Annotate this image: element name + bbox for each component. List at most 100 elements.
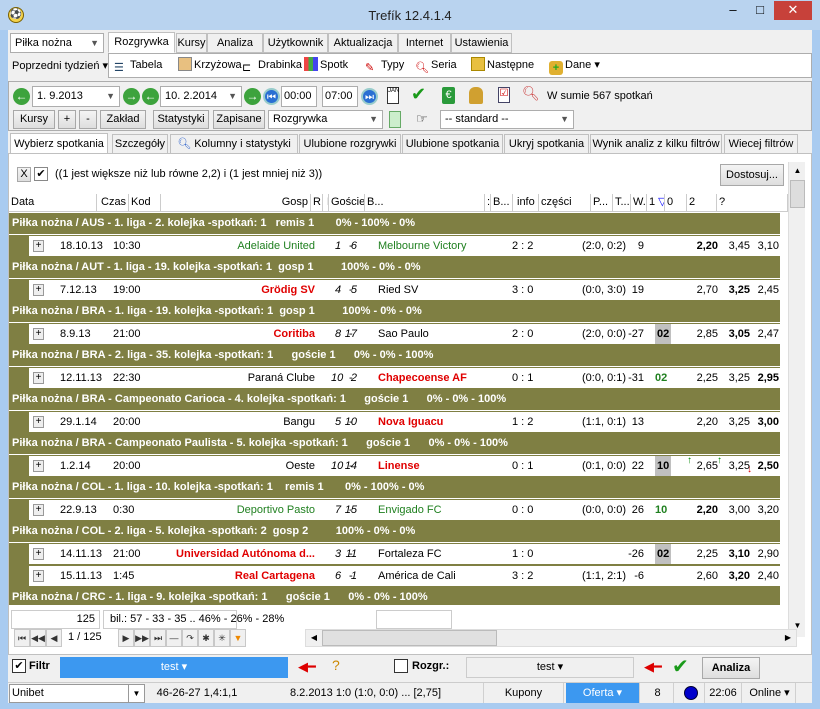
match-row[interactable]: +29.1.14 20:00 Bangu 5-10 Nova Iguacu 1 : 2 (1…	[9, 411, 780, 433]
standard-select[interactable]: -- standard -- ▼	[440, 110, 574, 129]
time-reset-icon[interactable]: ⏮	[263, 88, 280, 105]
zapisane-button[interactable]: Zapisane	[213, 110, 265, 129]
tab-ukryj-spotkania[interactable]: Ukryj spotkania	[504, 134, 589, 154]
tab-ulubione-rozgrywki[interactable]: Ulubione rozgrywki	[299, 134, 401, 154]
expand-button[interactable]: +	[33, 372, 44, 384]
match-row[interactable]: +18.10.13 10:30 Adelaide United 1-6 Melbourn…	[9, 235, 780, 257]
column-header[interactable]: Data	[9, 194, 97, 211]
rozgrywka-select[interactable]: Rozgrywka ▼	[268, 110, 383, 129]
expand-button[interactable]: +	[33, 504, 44, 516]
rozgr-checkbox[interactable]	[394, 659, 408, 673]
group-row[interactable]: Piłka nożna / COL - 1. liga - 10. kolejk…	[9, 477, 780, 498]
toolbar-nastepne[interactable]: Następne	[471, 57, 534, 73]
toolbar-tabela[interactable]: ☰ Tabela	[114, 57, 162, 74]
filter-icon[interactable]: ▼	[230, 629, 246, 647]
column-header[interactable]: P...	[591, 194, 613, 211]
adjust-button[interactable]: Dostosuj...	[720, 164, 784, 186]
clear-filter-button[interactable]: X	[17, 167, 31, 182]
column-header[interactable]: 2	[687, 194, 717, 211]
asterisk-icon[interactable]: ✱	[198, 629, 214, 647]
analiza-button[interactable]: Analiza	[702, 657, 760, 679]
toolbar-krzyzowa[interactable]: Krzyżowa	[178, 57, 242, 73]
toolbar-typy[interactable]: ✎ Typy	[365, 57, 404, 74]
match-row[interactable]: +12.11.13 22:30 Paraná Clube 10-2 Chapecoens…	[9, 367, 780, 389]
from-date-picker[interactable]: 1. 9.2013 ▼	[32, 86, 120, 107]
tab-wiecej-filtrow[interactable]: Wiecej filtrów	[724, 134, 798, 154]
statystyki-button[interactable]: Statystyki	[153, 110, 209, 129]
column-header[interactable]: Goście	[329, 194, 365, 211]
match-row[interactable]: +1.2.14 20:00 Oeste 10-14 Linense 0 : 1 (0:1, …	[9, 455, 780, 477]
match-row[interactable]: +15.11.13 1:45 Real Cartagena 6-1 América de…	[9, 565, 780, 587]
column-header[interactable]: Kod	[129, 194, 161, 211]
prev-to-date-icon[interactable]: ←	[142, 88, 159, 105]
minus-button[interactable]: -	[79, 110, 97, 129]
oferta-button[interactable]: Oferta ▾	[566, 683, 640, 703]
expand-button[interactable]: +	[33, 570, 44, 582]
tab-szczegoly[interactable]: Szczegóły	[112, 134, 168, 154]
column-header[interactable]: Gosp	[161, 194, 311, 211]
asterisk-gray-icon[interactable]: ✳	[214, 629, 230, 647]
horizontal-scrollbar[interactable]: ◀ ▶	[305, 629, 797, 647]
group-row[interactable]: Piłka nożna / BRA - 2. liga - 35. kolejk…	[9, 345, 780, 366]
scroll-left-icon[interactable]: ◀	[306, 630, 322, 646]
minimize-button[interactable]: –	[720, 1, 746, 20]
expand-button[interactable]: +	[33, 416, 44, 428]
next-to-date-icon[interactable]: →	[244, 88, 261, 105]
zaklad-button[interactable]: Zakład	[100, 110, 146, 129]
kursy-button[interactable]: Kursy	[13, 110, 55, 129]
column-header[interactable]: R...	[311, 194, 323, 211]
tab-wynik-analiz[interactable]: Wynik analiz z kilku filtrów	[590, 134, 722, 154]
column-header[interactable]: ?	[717, 194, 788, 211]
stamp-icon[interactable]	[469, 87, 483, 104]
to-date-picker[interactable]: 10. 2.2014 ▼	[160, 86, 242, 107]
close-button[interactable]: ✕	[774, 1, 812, 20]
first-page-icon[interactable]: ⏮	[14, 629, 30, 647]
column-header[interactable]: B...	[491, 194, 513, 211]
column-header[interactable]: Czas	[99, 194, 129, 211]
scroll-thumb[interactable]	[790, 180, 805, 208]
bookmaker-select[interactable]: Unibet ▼	[9, 684, 145, 703]
expand-button[interactable]: +	[33, 240, 44, 252]
rozgr-select[interactable]: test ▾	[466, 657, 634, 678]
filtr-checkbox[interactable]: ✔	[12, 659, 26, 673]
time-forward-icon[interactable]: ⏭	[361, 88, 378, 105]
next-group-icon[interactable]: ▶▶	[134, 629, 150, 647]
calendar-icon[interactable]: JAN	[387, 87, 399, 104]
match-row[interactable]: +22.9.13 0:30 Deportivo Pasto 7-15 Envigado …	[9, 499, 780, 521]
tab-rozgrywka[interactable]: Rozgrywka	[108, 32, 175, 53]
expand-button[interactable]: +	[33, 328, 44, 340]
time-to-input[interactable]: 07:00	[322, 86, 358, 107]
search-icon[interactable]: 🔍︎	[522, 85, 540, 102]
prev-from-date-icon[interactable]: ←	[13, 88, 30, 105]
tab-kursy[interactable]: Kursy	[176, 33, 207, 53]
scroll-up-icon[interactable]: ▲	[790, 162, 805, 179]
tab-kolumny[interactable]: 🔍︎ Kolumny i statystyki	[170, 134, 298, 154]
column-header[interactable]: T...	[613, 194, 631, 211]
checklist-icon[interactable]: ☑	[498, 87, 510, 103]
period-select[interactable]: Poprzedni tydzień ▾	[12, 59, 108, 72]
next-page-icon[interactable]: ▶	[118, 629, 134, 647]
tab-wybierz-spotkania[interactable]: Wybierz spotkania	[10, 133, 108, 155]
group-row[interactable]: Piłka nożna / BRA - 1. liga - 19. kolejk…	[9, 301, 780, 322]
group-row[interactable]: Piłka nożna / CRC - 1. liga - 9. kolejka…	[9, 587, 780, 605]
tab-internet[interactable]: Internet	[398, 33, 451, 53]
pointing-hand-icon[interactable]: ☞	[416, 111, 428, 127]
toolbar-drabinka[interactable]: ⊏ Drabinka	[242, 57, 302, 74]
column-header[interactable]: B...	[365, 194, 485, 211]
group-row[interactable]: Piłka nożna / AUS - 1. liga - 2. kolejka…	[9, 213, 780, 234]
export-icon[interactable]	[389, 111, 401, 128]
red-arrow-left-icon[interactable]: ◀━	[644, 659, 662, 675]
group-row[interactable]: Piłka nożna / BRA - Campeonato Carioca -…	[9, 389, 780, 410]
column-header[interactable]: 0	[665, 194, 687, 211]
filtr-select[interactable]: test ▾	[60, 657, 288, 678]
filter-enabled-checkbox[interactable]: ✔	[34, 167, 48, 181]
delete-icon[interactable]: —	[166, 629, 182, 647]
column-header[interactable]: części	[539, 194, 591, 211]
refresh-icon[interactable]: ↷	[182, 629, 198, 647]
toolbar-spotk[interactable]: Spotk	[304, 57, 348, 73]
sport-select[interactable]: Piłka nożna ▼	[10, 33, 104, 53]
expand-button[interactable]: +	[33, 284, 44, 296]
group-row[interactable]: Piłka nożna / BRA - Campeonato Paulista …	[9, 433, 780, 454]
group-row[interactable]: Piłka nożna / COL - 2. liga - 5. kolejka…	[9, 521, 780, 542]
red-arrow-left-icon[interactable]: ◀━	[298, 659, 316, 675]
